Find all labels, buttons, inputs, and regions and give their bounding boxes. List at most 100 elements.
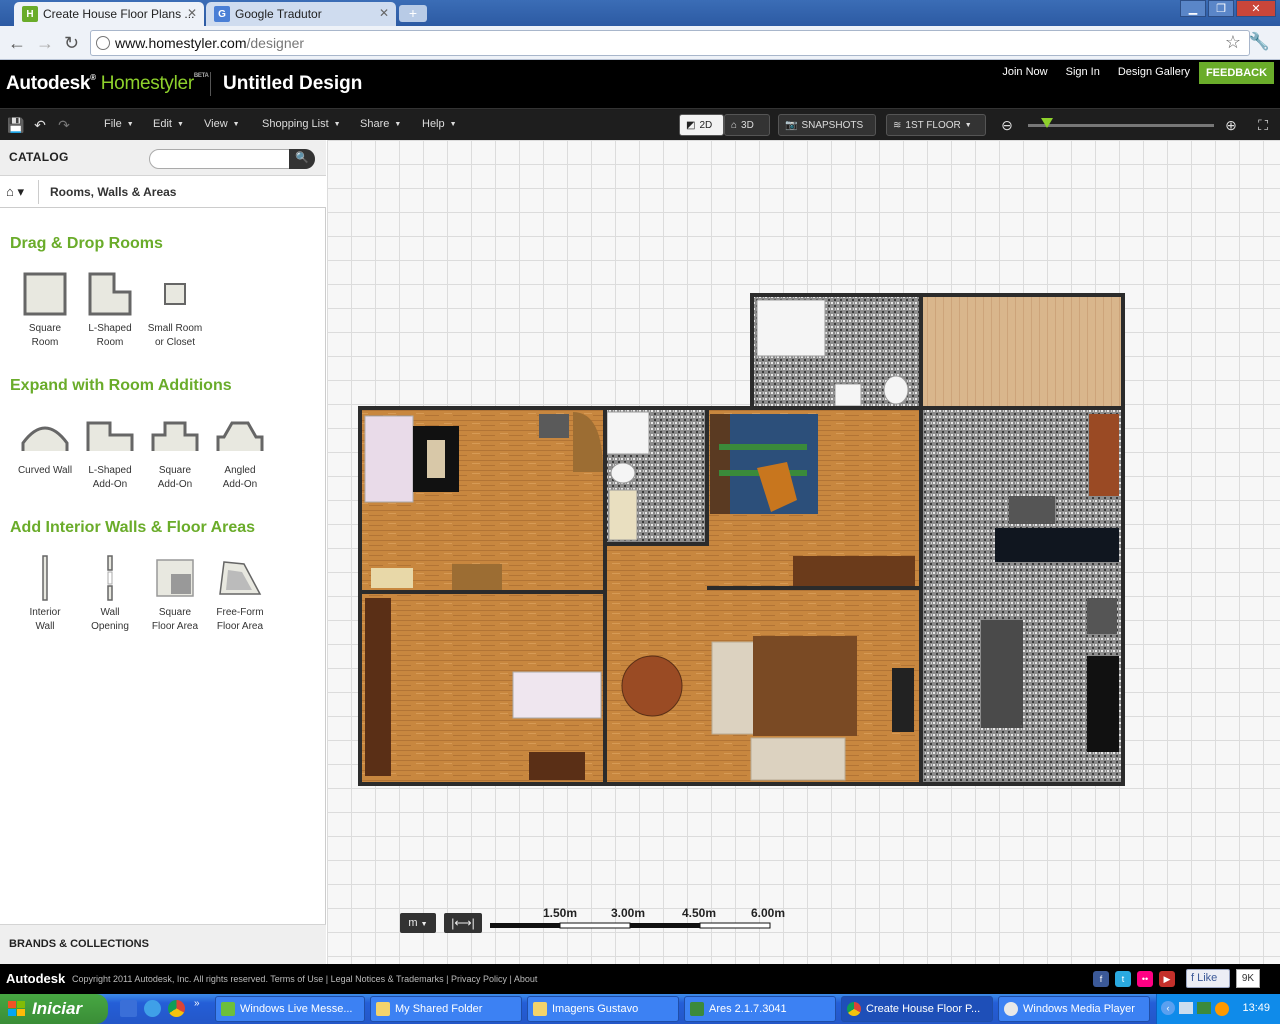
zoom-out-icon[interactable]: ⊖ bbox=[998, 116, 1016, 134]
kitchen-sink[interactable] bbox=[1009, 496, 1055, 524]
square-addon-item[interactable]: Square Add-On bbox=[145, 410, 205, 492]
twitter-icon[interactable]: t bbox=[1115, 971, 1131, 987]
ares-tray-icon[interactable] bbox=[1197, 1002, 1211, 1014]
browser-tab-homestyler[interactable]: H Create House Floor Plans ... ✕ bbox=[14, 2, 204, 26]
menu-view[interactable]: View ▼ bbox=[204, 118, 240, 130]
menu-shopping-list[interactable]: Shopping List ▼ bbox=[262, 118, 341, 130]
quicklaunch-expand-icon[interactable]: » bbox=[194, 998, 200, 1009]
new-tab-button[interactable]: + bbox=[399, 5, 427, 22]
wardrobe-left[interactable] bbox=[365, 598, 391, 776]
sofa-left[interactable] bbox=[711, 641, 757, 735]
back-icon[interactable]: ← bbox=[8, 33, 26, 54]
toilet[interactable] bbox=[610, 462, 636, 484]
shower[interactable] bbox=[606, 411, 650, 455]
update-icon[interactable] bbox=[1215, 1002, 1229, 1016]
toilet-top[interactable] bbox=[883, 375, 909, 405]
bookmark-star-icon[interactable]: ☆ bbox=[1225, 32, 1241, 53]
floor-selector[interactable]: ≋ 1ST FLOOR ▼ bbox=[886, 114, 986, 136]
l-shaped-addon-item[interactable]: L-Shaped Add-On bbox=[80, 410, 140, 492]
start-button[interactable]: Iniciar bbox=[0, 994, 108, 1024]
chrome-icon[interactable] bbox=[168, 1000, 185, 1017]
browser-tab-translate[interactable]: G Google Tradutor ✕ bbox=[206, 2, 396, 26]
square-floor-area-item[interactable]: Square Floor Area bbox=[145, 552, 205, 634]
desk[interactable] bbox=[452, 564, 502, 590]
wardrobe-unit[interactable] bbox=[539, 414, 569, 438]
taskbar-button-imagens[interactable]: Imagens Gustavo bbox=[527, 996, 679, 1022]
kitchen-island[interactable] bbox=[995, 528, 1119, 562]
small-room-item[interactable]: Small Room or Closet bbox=[145, 268, 205, 350]
terrace-floor[interactable] bbox=[921, 297, 1121, 408]
measure-button[interactable]: |⟷| bbox=[444, 913, 482, 933]
shower-top[interactable] bbox=[756, 299, 826, 357]
view-2d-button[interactable]: ◩ 2D bbox=[679, 114, 724, 136]
wardrobe[interactable] bbox=[793, 556, 915, 586]
angled-addon-item[interactable]: Angled Add-On bbox=[210, 410, 270, 492]
join-now-link[interactable]: Join Now bbox=[1002, 66, 1047, 78]
single-bed[interactable] bbox=[512, 671, 602, 719]
sofa-bottom[interactable] bbox=[750, 737, 846, 781]
flickr-icon[interactable]: •• bbox=[1137, 971, 1153, 987]
dresser[interactable] bbox=[529, 752, 585, 780]
oven[interactable] bbox=[1087, 598, 1117, 634]
sink-top[interactable] bbox=[834, 383, 862, 407]
taskbar-button-chrome[interactable]: Create House Floor P... bbox=[841, 996, 993, 1022]
menu-edit[interactable]: Edit ▼ bbox=[153, 118, 184, 130]
home-icon[interactable]: ⌂ ▾ bbox=[6, 184, 24, 200]
close-window-icon[interactable]: ✕ bbox=[1236, 0, 1276, 17]
l-shaped-room-item[interactable]: L-Shaped Room bbox=[80, 268, 140, 350]
network-icon[interactable] bbox=[1179, 1002, 1193, 1014]
design-title[interactable]: Untitled Design bbox=[223, 73, 362, 95]
youtube-icon[interactable]: ▶ bbox=[1159, 971, 1175, 987]
zoom-slider-thumb[interactable] bbox=[1041, 118, 1053, 128]
sign-in-link[interactable]: Sign In bbox=[1066, 66, 1100, 78]
close-tab-icon[interactable]: ✕ bbox=[379, 6, 389, 20]
facebook-icon[interactable]: f bbox=[1093, 971, 1109, 987]
menu-share[interactable]: Share ▼ bbox=[360, 118, 401, 130]
tv-cabinet[interactable] bbox=[892, 668, 914, 732]
view-3d-button[interactable]: ⌂ 3D bbox=[724, 114, 770, 136]
restore-icon[interactable]: ❐ bbox=[1208, 0, 1234, 17]
floor-plan[interactable] bbox=[327, 140, 1280, 964]
fullscreen-icon[interactable]: ⛶ bbox=[1254, 116, 1272, 134]
brands-collections-panel[interactable]: BRANDS & COLLECTIONS bbox=[0, 924, 326, 964]
url-field[interactable]: www.homestyler.com/designer ☆ bbox=[90, 30, 1250, 56]
catalog-search-input[interactable]: 🔍 bbox=[149, 149, 315, 169]
reload-icon[interactable]: ↻ bbox=[64, 33, 79, 54]
design-gallery-link[interactable]: Design Gallery bbox=[1118, 66, 1190, 78]
redo-icon[interactable]: ↷ bbox=[55, 116, 73, 134]
zoom-slider-track[interactable] bbox=[1028, 124, 1214, 127]
menu-help[interactable]: Help ▼ bbox=[422, 118, 457, 130]
wrench-menu-icon[interactable]: 🔧 bbox=[1249, 32, 1270, 52]
undo-icon[interactable]: ↶ bbox=[31, 116, 49, 134]
feedback-button[interactable]: FEEDBACK bbox=[1199, 62, 1274, 84]
save-icon[interactable]: 💾 bbox=[7, 116, 25, 134]
snapshots-button[interactable]: 📷 SNAPSHOTS bbox=[778, 114, 876, 136]
kitchen-counter[interactable] bbox=[1089, 414, 1119, 496]
search-icon[interactable]: 🔍 bbox=[289, 149, 315, 169]
area-rug[interactable] bbox=[753, 636, 857, 736]
taskbar-button-messenger[interactable]: Windows Live Messe... bbox=[215, 996, 365, 1022]
ie-icon[interactable] bbox=[144, 1000, 161, 1017]
design-canvas[interactable] bbox=[327, 140, 1280, 964]
close-tab-icon[interactable]: ✕ bbox=[187, 6, 197, 20]
footer-copyright[interactable]: Copyright 2011 Autodesk, Inc. All rights… bbox=[72, 974, 537, 984]
dining-table[interactable] bbox=[621, 655, 683, 717]
dining-table-kitchen[interactable] bbox=[981, 620, 1023, 728]
rug[interactable] bbox=[371, 568, 413, 588]
outlook-icon[interactable] bbox=[120, 1000, 137, 1017]
menu-file[interactable]: File ▼ bbox=[104, 118, 134, 130]
double-bed[interactable] bbox=[364, 415, 414, 503]
minimize-icon[interactable]: ▁ bbox=[1180, 0, 1206, 17]
freeform-floor-area-item[interactable]: Free-Form Floor Area bbox=[210, 552, 270, 634]
wall-opening-item[interactable]: Wall Opening bbox=[80, 552, 140, 634]
interior-wall-item[interactable]: Interior Wall bbox=[15, 552, 75, 634]
zoom-in-icon[interactable]: ⊕ bbox=[1222, 116, 1240, 134]
refrigerator[interactable] bbox=[1087, 656, 1119, 752]
square-room-item[interactable]: Square Room bbox=[15, 268, 75, 350]
facebook-like-button[interactable]: f Like bbox=[1186, 969, 1230, 988]
taskbar-button-ares[interactable]: Ares 2.1.7.3041 bbox=[684, 996, 836, 1022]
sink-counter[interactable] bbox=[608, 489, 638, 541]
taskbar-button-media-player[interactable]: Windows Media Player bbox=[998, 996, 1150, 1022]
forward-icon[interactable]: → bbox=[36, 33, 54, 54]
curved-wall-item[interactable]: Curved Wall bbox=[15, 410, 75, 478]
